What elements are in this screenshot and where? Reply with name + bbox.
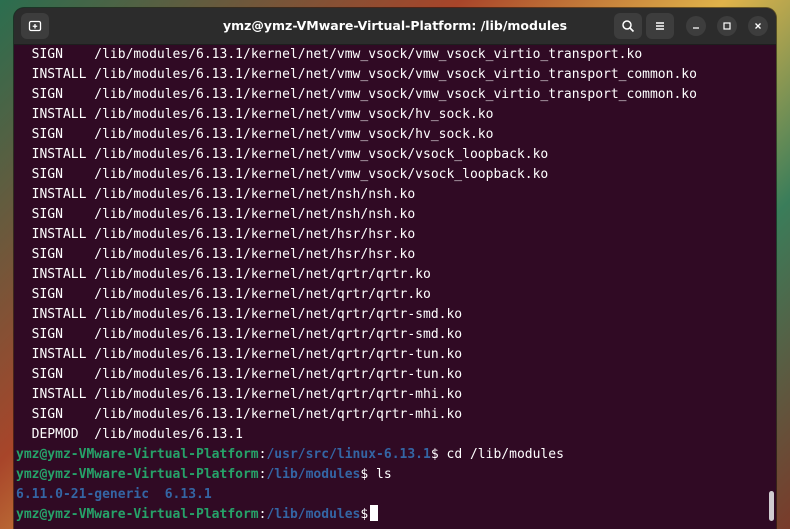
maximize-icon [723, 22, 731, 30]
prompt-cwd: /lib/modules [266, 507, 361, 522]
minimize-button[interactable] [686, 16, 706, 36]
current-prompt-line[interactable]: ymz@ymz-VMware-Virtual-Platform:/lib/mod… [16, 505, 379, 525]
output-line: SIGN /lib/modules/6.13.1/kernel/net/qrtr… [31, 367, 463, 382]
prompt-user: ymz@ymz-VMware-Virtual-Platform [16, 447, 259, 462]
hamburger-menu-icon [656, 22, 664, 30]
menu-button[interactable] [646, 13, 674, 39]
output-line: SIGN /lib/modules/6.13.1/kernel/net/vmw_… [31, 47, 643, 62]
output-line: SIGN /lib/modules/6.13.1/kernel/net/qrtr… [31, 407, 463, 422]
minimize-icon [693, 27, 699, 29]
output-line: SIGN /lib/modules/6.13.1/kernel/net/vmw_… [31, 127, 494, 142]
output-line: SIGN /lib/modules/6.13.1/kernel/net/qrtr… [31, 287, 431, 302]
directory-entry: 6.11.0-21-generic [16, 487, 150, 502]
output-line: INSTALL /lib/modules/6.13.1/kernel/net/h… [31, 227, 416, 242]
prompt-line: ymz@ymz-VMware-Virtual-Platform:/usr/src… [16, 447, 564, 462]
output-line: INSTALL /lib/modules/6.13.1/kernel/net/q… [31, 307, 463, 322]
prompt-cwd: /lib/modules [266, 467, 361, 482]
search-button[interactable] [614, 13, 642, 39]
output-line: SIGN /lib/modules/6.13.1/kernel/net/vmw_… [31, 87, 697, 102]
output-line: INSTALL /lib/modules/6.13.1/kernel/net/q… [31, 267, 431, 282]
scrollbar-thumb[interactable] [769, 491, 774, 521]
maximize-button[interactable] [717, 16, 737, 36]
output-line: INSTALL /lib/modules/6.13.1/kernel/net/q… [31, 347, 463, 362]
titlebar[interactable]: ymz@ymz-VMware-Virtual-Platform: /lib/mo… [14, 8, 776, 45]
prompt-user: ymz@ymz-VMware-Virtual-Platform [16, 467, 259, 482]
directory-entry: 6.13.1 [164, 487, 212, 502]
close-button[interactable] [748, 16, 768, 36]
terminal-window: ymz@ymz-VMware-Virtual-Platform: /lib/mo… [14, 8, 776, 529]
search-icon [622, 20, 635, 33]
output-line: INSTALL /lib/modules/6.13.1/kernel/net/v… [31, 107, 494, 122]
prompt-cwd: /usr/src/linux-6.13.1 [266, 447, 431, 462]
prompt-user: ymz@ymz-VMware-Virtual-Platform [16, 507, 259, 522]
output-line: SIGN /lib/modules/6.13.1/kernel/net/hsr/… [31, 247, 416, 262]
ls-output-line: 6.11.0-21-generic 6.13.1 [16, 485, 212, 505]
prompt-command: ls [368, 467, 392, 482]
output-line: INSTALL /lib/modules/6.13.1/kernel/net/v… [31, 147, 549, 162]
output-line: INSTALL /lib/modules/6.13.1/kernel/net/q… [31, 387, 463, 402]
close-icon [755, 23, 761, 29]
output-line: SIGN /lib/modules/6.13.1/kernel/net/nsh/… [31, 207, 416, 222]
prompt-line: ymz@ymz-VMware-Virtual-Platform:/lib/mod… [16, 467, 392, 482]
text-cursor [370, 505, 379, 521]
prompt-command: cd /lib/modules [438, 447, 564, 462]
output-line: DEPMOD /lib/modules/6.13.1 [31, 427, 243, 442]
output-line: INSTALL /lib/modules/6.13.1/kernel/net/n… [31, 187, 416, 202]
terminal-output[interactable]: SIGN /lib/modules/6.13.1/kernel/net/vmw_… [14, 45, 776, 529]
output-line: INSTALL /lib/modules/6.13.1/kernel/net/v… [31, 67, 697, 82]
output-line: SIGN /lib/modules/6.13.1/kernel/net/qrtr… [31, 327, 463, 342]
output-line: SIGN /lib/modules/6.13.1/kernel/net/vmw_… [31, 167, 549, 182]
